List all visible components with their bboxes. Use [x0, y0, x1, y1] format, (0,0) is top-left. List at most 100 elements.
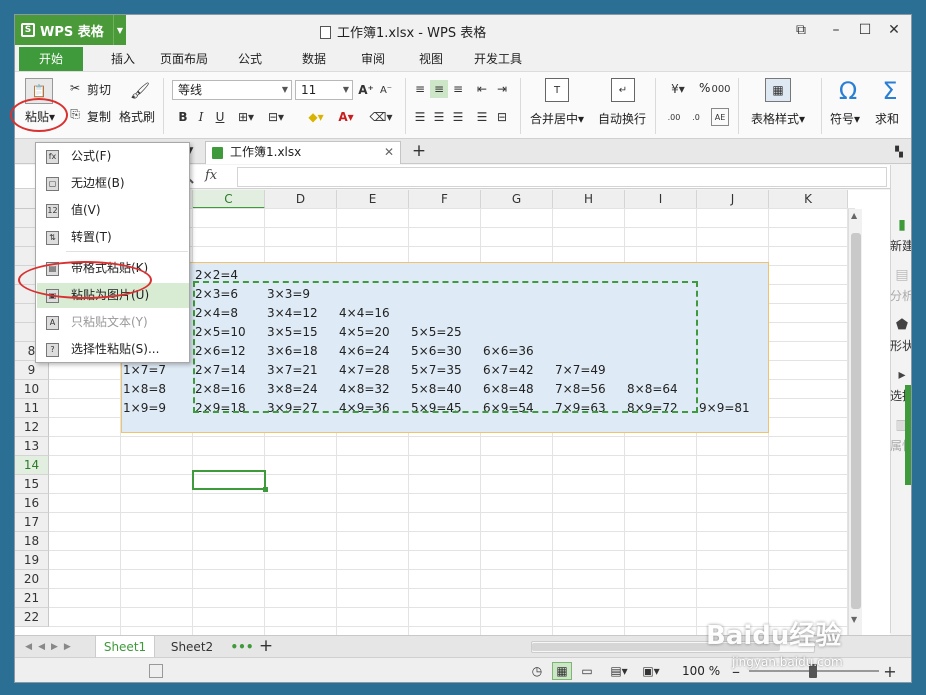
align-right-icon[interactable]: ☰	[449, 108, 467, 126]
document-tab[interactable]: 工作簿1.xlsx ✕	[205, 141, 401, 164]
paste-menu-item-3[interactable]: ⇅ 转置(T)	[37, 225, 189, 250]
thousands-icon[interactable]: 000	[711, 80, 730, 98]
increase-font-icon[interactable]: A⁺	[357, 80, 375, 100]
row-header-14[interactable]: 14	[15, 456, 49, 475]
align-left-icon[interactable]: ☰	[411, 108, 429, 126]
tab-5[interactable]: 审阅	[345, 47, 401, 71]
table-style-icon[interactable]: ▦	[765, 78, 791, 102]
sheet-tab-sheet2[interactable]: Sheet2	[161, 636, 223, 658]
italic-icon[interactable]: I	[193, 108, 209, 126]
tab-1[interactable]: 插入	[95, 47, 151, 71]
row-header-12[interactable]: 12	[15, 418, 49, 437]
copy-icon[interactable]: ⎘	[67, 106, 83, 122]
wrap-text-icon[interactable]: ↵	[611, 78, 635, 102]
page-layout-icon[interactable]: ▭	[578, 662, 596, 680]
page-break-icon[interactable]: ▤▾	[607, 662, 631, 680]
paste-menu-item-0[interactable]: fx 公式(F)	[37, 144, 189, 169]
sheet-nav-arrows-icon[interactable]: ◀◀▶▶	[21, 639, 81, 655]
paste-menu-item-7[interactable]: ? 选择性粘贴(S)...	[37, 337, 189, 362]
sum-button[interactable]: 求和	[875, 110, 899, 127]
underline-icon[interactable]: U	[212, 108, 228, 126]
symbol-button[interactable]: 符号▾	[830, 110, 860, 127]
cell-r9-c0[interactable]: 1×7=7	[123, 363, 166, 377]
percent-button[interactable]: %	[699, 81, 710, 95]
minimize-button[interactable]: –	[823, 18, 849, 42]
table-style-button[interactable]: 表格样式▾	[751, 110, 805, 127]
clock-icon[interactable]: ◷	[528, 662, 546, 680]
distribute-icon[interactable]: ⊟	[493, 108, 511, 126]
merge-center-icon[interactable]: T	[545, 78, 569, 102]
paste-menu-item-1[interactable]: ▢ 无边框(B)	[37, 171, 189, 196]
row-header-13[interactable]: 13	[15, 437, 49, 456]
reading-mode-icon[interactable]: ▣▾	[639, 662, 663, 680]
row-header-21[interactable]: 21	[15, 589, 49, 608]
format-painter-icon[interactable]: 🖌	[128, 78, 152, 102]
paste-menu-item-6[interactable]: A 只粘贴文本(Y)	[37, 310, 189, 335]
tab-6[interactable]: 视图	[405, 47, 457, 71]
tab-7[interactable]: 开发工具	[461, 47, 535, 71]
wrap-text-button[interactable]: 自动换行	[598, 110, 646, 127]
row-header-15[interactable]: 15	[15, 475, 49, 494]
copy-button[interactable]: 复制	[87, 108, 111, 125]
align-bottom-icon[interactable]: ≡	[449, 80, 467, 98]
normal-view-icon[interactable]: ▦	[552, 662, 572, 680]
column-header-H[interactable]: H	[553, 190, 625, 209]
row-header-17[interactable]: 17	[15, 513, 49, 532]
select-icon[interactable]: ▸	[883, 367, 911, 383]
status-doc-icon[interactable]	[149, 664, 163, 678]
format-painter-button[interactable]: 格式刷	[119, 108, 155, 125]
cell-r10-c0[interactable]: 1×8=8	[123, 382, 166, 396]
column-header-C[interactable]: C	[193, 190, 265, 209]
right-panel-1[interactable]: 分析	[883, 287, 911, 304]
close-tab-icon[interactable]: ✕	[384, 142, 394, 163]
font-family-select[interactable]: 等线 ▼	[172, 80, 292, 100]
decrease-font-icon[interactable]: A⁻	[377, 80, 395, 100]
shape-icon[interactable]: ⬟	[883, 317, 911, 333]
currency-icon[interactable]: ¥▾	[665, 80, 691, 98]
fx-icon[interactable]: fx	[205, 168, 217, 183]
row-header-19[interactable]: 19	[15, 551, 49, 570]
column-header-J[interactable]: J	[697, 190, 769, 209]
merge-center-button[interactable]: 合并居中▾	[530, 110, 584, 127]
formula-input[interactable]	[237, 167, 887, 187]
column-header-E[interactable]: E	[337, 190, 409, 209]
scroll-up-icon[interactable]: ▲	[851, 211, 860, 227]
column-header-F[interactable]: F	[409, 190, 481, 209]
right-panel-2[interactable]: 形状	[883, 337, 911, 354]
right-panel-0[interactable]: 新建	[883, 237, 911, 254]
column-header-D[interactable]: D	[265, 190, 337, 209]
align-center-icon[interactable]: ☰	[430, 108, 448, 126]
chevron-down-icon[interactable]: ▼	[113, 15, 126, 45]
close-button[interactable]: ✕	[881, 18, 907, 42]
app-menu-button[interactable]: S WPS 表格 ▼	[15, 15, 126, 45]
row-header-11[interactable]: 11	[15, 399, 49, 418]
increase-decimal-icon[interactable]: .00	[665, 108, 683, 126]
clear-format-icon[interactable]: ⌫▾	[369, 108, 393, 126]
row-header-22[interactable]: 22	[15, 608, 49, 627]
restore-layout-icon[interactable]: ⧉	[788, 18, 814, 42]
cell-r11-c8[interactable]: 9×9=81	[699, 401, 750, 415]
tab-2[interactable]: 页面布局	[149, 47, 219, 71]
sheet-tab-sheet1[interactable]: Sheet1	[95, 636, 155, 658]
layout-icon[interactable]: ▚	[891, 144, 907, 160]
row-header-16[interactable]: 16	[15, 494, 49, 513]
number-format-icon[interactable]: AE	[711, 108, 729, 126]
more-sheets-icon[interactable]: •••	[231, 639, 254, 655]
align-middle-icon[interactable]: ≡	[430, 80, 448, 98]
add-sheet-icon[interactable]: +	[257, 636, 275, 656]
border-icon[interactable]: ⊞▾	[233, 108, 259, 126]
column-header-K[interactable]: K	[769, 190, 848, 209]
tab-4[interactable]: 数据	[285, 47, 343, 71]
font-size-select[interactable]: 11 ▼	[295, 80, 353, 100]
decrease-decimal-icon[interactable]: .0	[687, 108, 705, 126]
vertical-scrollbar[interactable]: ▲ ▼	[848, 209, 862, 635]
fill-color-icon[interactable]: ◆▾	[303, 108, 329, 126]
align-top-icon[interactable]: ≡	[411, 80, 429, 98]
cell-r11-c0[interactable]: 1×9=9	[123, 401, 166, 415]
cut-button[interactable]: 剪切	[87, 81, 111, 98]
new-panel-icon[interactable]: ▮	[883, 217, 911, 233]
cell-r4-c0[interactable]: 2×2=4	[195, 268, 238, 282]
indent-decrease-icon[interactable]: ⇤	[473, 80, 491, 98]
scissors-icon[interactable]: ✂	[67, 80, 83, 96]
analysis-icon[interactable]: ▤	[883, 267, 911, 283]
